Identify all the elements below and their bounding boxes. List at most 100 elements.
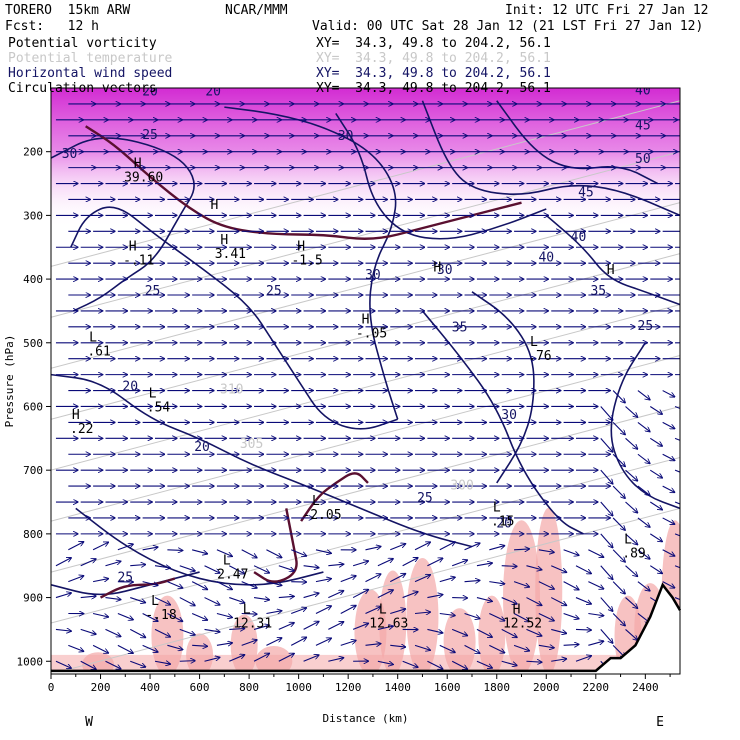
vector-718	[167, 550, 182, 551]
extremum-4-marker: H	[297, 239, 305, 254]
vector-842	[80, 628, 96, 634]
y-tick-label-2: 400	[23, 273, 43, 286]
vector-710	[600, 533, 613, 548]
vector-766	[92, 579, 108, 582]
wind-speed-label-14: 25	[266, 284, 282, 299]
extremum-5-marker: H	[433, 260, 441, 275]
vector-818	[117, 612, 133, 619]
vector-799	[278, 596, 294, 597]
y-tick-label-7: 900	[23, 592, 43, 605]
vector-721	[241, 549, 257, 558]
extremum-3-value: 3.41	[215, 247, 246, 262]
x-tick-label-10: 2000	[533, 681, 560, 694]
extremum-19-marker: H	[513, 602, 521, 617]
vector-756	[476, 563, 492, 566]
vector-897	[179, 661, 195, 662]
field-name-vectors: Circulation vectors	[8, 81, 157, 96]
wind-speed-label-10: 40	[538, 250, 554, 265]
vector-850	[278, 623, 294, 630]
vector-851	[303, 621, 319, 630]
vector-742	[130, 565, 145, 566]
vector-507	[625, 406, 638, 417]
vector-760	[575, 565, 591, 574]
vector-862	[575, 629, 591, 630]
vector-762	[625, 565, 638, 577]
vector-532	[612, 422, 625, 434]
vector-800	[303, 593, 319, 599]
vector-868	[92, 644, 108, 653]
y-axis-label: Pressure (hPa)	[3, 335, 16, 428]
extremum-10-value: .54	[147, 401, 171, 416]
vector-777	[365, 574, 381, 583]
theta-label-1: 305	[240, 437, 263, 452]
vector-727	[390, 544, 405, 551]
extremum-17-value: 12.63	[369, 616, 408, 631]
wind-speed-label-21: 25	[417, 491, 433, 506]
wind-speed-label-17: 25	[638, 319, 654, 334]
extremum-12-value: -2.05	[302, 508, 341, 523]
vector-801	[328, 591, 343, 599]
wind-speed-label-18: 20	[122, 380, 138, 395]
vector-867	[68, 644, 83, 651]
vector-796	[204, 597, 220, 605]
vector-795	[179, 597, 195, 606]
wind-speed-label-20: 20	[194, 440, 210, 455]
extremum-6-value: -.05	[356, 327, 387, 342]
extremum-9-marker: L	[89, 331, 97, 346]
vector-735	[588, 549, 603, 558]
vector-608	[600, 469, 613, 484]
y-tick-label-4: 600	[23, 400, 43, 413]
extremum-13-marker: L	[493, 501, 501, 516]
extremum-19-value: 12.52	[503, 616, 542, 631]
vector-869	[117, 644, 133, 653]
vector-687	[662, 517, 675, 524]
vector-852	[328, 622, 343, 630]
wind-speed-label-4: 30	[338, 129, 354, 144]
wind-speed-label-16: 35	[590, 284, 606, 299]
vector-712	[649, 533, 662, 542]
extremum-1-value: -.11	[123, 253, 154, 268]
vector-744	[179, 565, 195, 571]
x-tick-label-3: 600	[190, 681, 210, 694]
x-tick-label-5: 1000	[285, 681, 312, 694]
wind-speed-label-15: 35	[452, 320, 468, 335]
pv-contour-2	[253, 508, 298, 583]
extremum-0-value: 39.60	[124, 171, 163, 186]
vector-726	[365, 546, 381, 551]
vector-610	[649, 469, 662, 478]
x-axis-label: Distance (km)	[322, 712, 408, 725]
vector-781	[464, 580, 480, 581]
vector-887	[563, 644, 579, 645]
vector-837	[588, 613, 603, 615]
vector-509	[674, 405, 680, 410]
pv-upper-shading	[51, 88, 680, 229]
vector-821	[191, 612, 207, 620]
vector-558	[625, 437, 638, 449]
vector-786	[588, 581, 603, 589]
pv-low-shading-8	[503, 520, 541, 674]
extremum-16-marker: L	[243, 602, 251, 617]
vector-722	[266, 549, 281, 558]
extremum-9-value: .61	[87, 345, 110, 360]
vector-875	[266, 638, 281, 646]
vector-685	[612, 517, 625, 530]
vector-792	[105, 598, 120, 600]
vector-715	[92, 542, 108, 551]
vector-714	[68, 542, 83, 551]
extremum-18-marker: L	[624, 532, 632, 547]
x-tick-label-6: 1200	[335, 681, 362, 694]
vector-785	[563, 581, 579, 590]
vector-757	[501, 566, 517, 567]
x-tick-label-1: 200	[91, 681, 111, 694]
vector-749	[303, 566, 319, 568]
x-tick-label-2: 400	[140, 681, 160, 694]
vector-729	[439, 542, 455, 551]
vector-482	[637, 390, 650, 400]
extremum-17-marker: L	[379, 602, 387, 617]
west-end-label: W	[85, 715, 93, 730]
extremum-15-value: -.18	[145, 608, 176, 623]
vector-741	[105, 561, 120, 567]
vector-761	[600, 565, 613, 580]
vector-635	[637, 485, 650, 495]
vector-826	[315, 606, 331, 614]
